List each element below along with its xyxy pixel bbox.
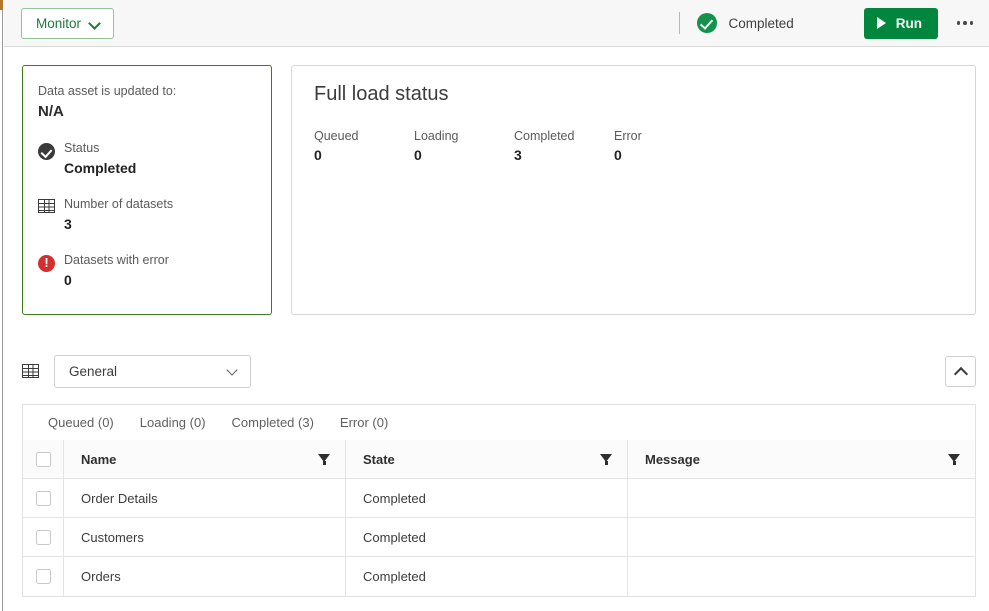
tab-queued[interactable]: Queued (0) [35,405,127,440]
chevron-down-icon [228,366,239,377]
cell-name: Orders [64,557,346,596]
stat-loading-label: Loading [414,129,459,143]
monitor-dropdown-label: Monitor [36,15,82,31]
cell-state: Completed [346,518,628,556]
chevron-down-icon [90,18,101,29]
column-header-state: State [346,440,628,478]
filter-funnel-icon[interactable] [948,453,961,465]
full-load-stats: Queued 0 Loading 0 Completed 3 Error 0 [314,129,953,163]
summary-status-value: Completed [64,160,137,176]
summary-row-errors: Datasets with error 0 [38,252,255,288]
full-load-status-title: Full load status [314,83,449,105]
run-button-label: Run [895,15,922,31]
stat-loading-value: 0 [414,147,422,163]
tab-error[interactable]: Error (0) [327,405,401,440]
kebab-dot [963,21,967,25]
row-checkbox-cell [23,557,64,596]
window-edge-strip [0,0,3,611]
grid-table-icon [22,364,39,378]
summary-datasets-value: 3 [64,216,72,232]
check-circle-icon [697,13,718,33]
summary-datasets-label: Number of datasets [64,197,174,211]
cell-message [628,518,975,556]
stat-queued: Queued 0 [314,129,414,163]
stat-error-value: 0 [614,147,622,163]
table-row[interactable]: Order Details Completed [23,479,975,518]
tab-loading[interactable]: Loading (0) [127,405,219,440]
select-all-checkbox[interactable] [35,451,51,467]
data-asset-summary-card: Data asset is updated to: N/A Status Com… [22,65,272,315]
row-checkbox[interactable] [35,569,51,584]
view-select[interactable]: General [54,354,251,388]
monitor-dropdown-button[interactable]: Monitor [21,7,115,39]
select-all-checkbox-cell [23,440,64,478]
filter-funnel-icon[interactable] [318,453,331,465]
summary-status-label: Status [64,141,100,155]
full-load-status-card: Full load status Queued 0 Loading 0 Comp… [291,65,976,315]
filter-funnel-icon[interactable] [600,453,613,465]
status-badge-label: Completed [728,15,794,31]
table-row[interactable]: Customers Completed [23,518,975,557]
row-checkbox[interactable] [35,529,51,545]
cell-state: Completed [346,557,628,596]
kebab-dot [956,21,961,25]
column-header-name-label: Name [81,451,117,467]
stat-error-label: Error [614,129,642,143]
cell-message [628,557,975,596]
stat-loading: Loading 0 [414,129,514,163]
table-row[interactable]: Orders Completed [23,557,975,596]
run-button[interactable]: Run [863,7,938,39]
summary-row-status: Status Completed [38,140,255,176]
toolbar-divider [679,12,681,34]
summary-errors-label: Datasets with error [64,253,169,267]
grid-table-icon [38,196,64,232]
stat-queued-label: Queued [314,129,359,143]
kebab-dot [969,21,974,25]
column-header-name: Name [64,440,346,478]
row-checkbox-cell [23,479,64,517]
top-toolbar-right: Completed Run [679,0,989,46]
window-edge-accent [0,0,3,10]
cell-state: Completed [346,479,628,517]
status-tabs: Queued (0) Loading (0) Completed (3) Err… [22,404,976,440]
chevron-up-icon [955,366,966,377]
row-checkbox-cell [23,518,64,556]
cell-name: Customers [64,518,346,556]
stat-completed-label: Completed [514,129,575,143]
kebab-menu-icon[interactable] [954,12,976,34]
collapse-panel-button[interactable] [945,355,976,387]
table-header-row: Name State Message [23,440,975,479]
column-header-message: Message [628,440,975,478]
stat-error: Error 0 [614,129,714,163]
error-circle-icon [38,252,64,288]
column-header-message-label: Message [645,451,700,467]
row-checkbox[interactable] [35,490,51,506]
tab-completed[interactable]: Completed (3) [219,405,327,440]
stat-completed: Completed 3 [514,129,614,163]
updated-to-value: N/A [38,103,64,120]
table-toolbar: General [22,353,976,389]
play-icon [876,17,886,29]
check-circle-icon [38,140,64,176]
status-badge: Completed [697,13,794,33]
updated-to-label: Data asset is updated to: [38,84,177,98]
column-header-state-label: State [363,451,395,467]
cell-name: Order Details [64,479,346,517]
summary-row-datasets: Number of datasets 3 [38,196,255,232]
summary-errors-value: 0 [64,272,72,288]
stat-completed-value: 3 [514,147,522,163]
view-select-value: General [69,363,118,379]
top-toolbar: Monitor Completed Run [4,0,989,47]
stat-queued-value: 0 [314,147,322,163]
datasets-table: Name State Message Order Details Complet… [22,440,976,597]
cell-message [628,479,975,517]
